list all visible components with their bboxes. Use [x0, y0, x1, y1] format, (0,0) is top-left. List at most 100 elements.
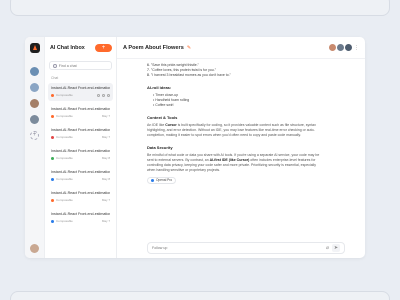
chat-item-tag: Composable	[56, 93, 73, 97]
context-paragraph: An IDE like Cursor is built specifically…	[147, 123, 325, 138]
background-card-top	[10, 0, 390, 16]
tag-dot-icon	[51, 177, 54, 181]
workspace-avatar[interactable]	[30, 115, 39, 124]
chat-item-meta: Composable May 7	[51, 135, 110, 139]
line-text: "Save this pride-weight thistle."	[150, 63, 199, 67]
chat-group-label: Chat	[51, 76, 59, 80]
chat-list-item[interactable]: Instant-AI-React Front-end-estimation Co…	[48, 125, 113, 143]
search-input[interactable]	[58, 63, 108, 68]
chat-item-title: Instant-AI-React Front-end-estimation	[51, 170, 110, 174]
chat-list-item[interactable]: Instant-AI-React Front-end-estimation Co…	[48, 188, 113, 206]
context-text-bold: Cursor	[165, 123, 177, 127]
chat-item-tag: Composable	[56, 156, 73, 160]
numbered-line: 8. "I harvest 3 breakfast mornes as you …	[147, 73, 325, 78]
chat-item-date: May 7	[101, 135, 110, 139]
chat-list-item[interactable]: Instant-AI-React Front-end-estimation Co…	[48, 83, 113, 101]
chat-item-meta: Composable May 8	[51, 177, 110, 181]
chat-item-tag: Composable	[56, 198, 73, 202]
bullet-text: Coffee swirl	[155, 103, 174, 107]
chat-items: Instant-AI-React Front-end-estimation Co…	[45, 83, 116, 230]
chat-item-meta: Composable May 7	[51, 219, 110, 223]
chat-item-title: Instant-AI-React Front-end-estimation	[51, 212, 110, 216]
tag-dot-icon	[51, 114, 54, 118]
tag-dot-icon	[51, 135, 54, 139]
search-icon	[53, 63, 57, 68]
section-heading-context: Context & Tools	[147, 115, 178, 120]
chat-item-title: Instant-AI-React Front-end-estimation	[51, 191, 110, 195]
background-card-bottom	[10, 291, 390, 300]
app-window: + AI Chat Inbox + Chat Instant-AI-React …	[25, 37, 365, 258]
tag-dot-icon	[51, 156, 54, 160]
line-text: "Coffee loves, this protein twist is for…	[150, 68, 216, 72]
chat-item-meta: Composable	[51, 93, 110, 97]
section-heading-ideas: AI-roll ideas:	[147, 85, 172, 90]
model-icon	[151, 179, 154, 182]
tag-dot-icon	[51, 198, 54, 202]
chat-item-tag: Composable	[56, 114, 73, 118]
rail-avatars	[30, 67, 39, 131]
tag-dot-icon	[51, 93, 54, 97]
section-heading-security: Data Security	[147, 145, 173, 150]
chat-item-title: Instant-AI-React Front-end-estimation	[51, 107, 110, 111]
chat-item-meta: Composable May 7	[51, 114, 110, 118]
chat-item-tag: Composable	[56, 177, 73, 181]
chat-item-meta: Composable May 8	[51, 156, 110, 160]
chat-item-date: May 8	[101, 156, 110, 160]
bullet-text: Handheld foam rolling	[155, 98, 190, 102]
profile-avatar[interactable]	[30, 244, 39, 253]
bullet-text: Timer close-up	[155, 93, 179, 97]
participant-avatars	[329, 44, 352, 51]
chat-item-date: May 7	[101, 219, 110, 223]
line-text: "I harvest 3 breakfast mornes as you don…	[150, 73, 231, 77]
chat-list-panel: AI Chat Inbox + Chat Instant-AI-React Fr…	[45, 37, 117, 258]
context-text-a: An IDE like	[147, 123, 166, 127]
chat-list-item[interactable]: Instant-AI-React Front-end-estimation Co…	[48, 209, 113, 227]
chat-item-tag: Composable	[56, 135, 73, 139]
participant-avatar[interactable]	[329, 44, 336, 51]
chat-list-title: AI Chat Inbox	[50, 45, 85, 51]
security-paragraph: Be mindful of what code or data you shar…	[147, 153, 325, 173]
share-icon[interactable]	[102, 93, 105, 97]
bullet-list: • Timer close-up • Handheld foam rolling •…	[147, 93, 325, 108]
participant-avatar[interactable]	[337, 44, 344, 51]
bullet-item: • Coffee swirl	[153, 103, 174, 107]
model-chip[interactable]: Openal Pro	[147, 177, 177, 184]
chat-item-meta: Composable May 7	[51, 198, 110, 202]
add-workspace-icon[interactable]: +	[30, 131, 39, 140]
icon-rail: +	[25, 37, 45, 258]
message-content: 6. "Save this pride-weight thistle." 7. "…	[117, 59, 365, 184]
conversation-panel: A Poem About Flowers ✎ ⋮ 6. "Save this p…	[117, 37, 365, 258]
send-button[interactable]: ➤	[332, 244, 340, 252]
tag-dot-icon	[51, 219, 54, 223]
workspace-avatar[interactable]	[30, 83, 39, 92]
new-chat-button[interactable]: +	[95, 44, 112, 52]
delete-icon[interactable]	[107, 93, 110, 97]
chat-item-title: Instant-AI-React Front-end-estimation	[51, 149, 110, 153]
workspace-avatar[interactable]	[30, 99, 39, 108]
participant-avatar[interactable]	[345, 44, 352, 51]
composer[interactable]: ⌀ ➤	[147, 242, 345, 254]
chat-list-item[interactable]: Instant-AI-React Front-end-estimation Co…	[48, 146, 113, 164]
attach-icon[interactable]: ⌀	[326, 245, 329, 251]
more-options-icon[interactable]: ⋮	[354, 45, 359, 51]
numbered-lines: 6. "Save this pride-weight thistle." 7. "…	[147, 63, 325, 78]
line-number: 7.	[147, 68, 150, 72]
logo-icon[interactable]	[29, 43, 40, 53]
follow-up-input[interactable]	[152, 246, 326, 250]
chat-list-header: AI Chat Inbox +	[45, 37, 116, 59]
chat-item-date: May 8	[101, 177, 110, 181]
edit-pencil-icon[interactable]: ✎	[187, 45, 191, 51]
search-box[interactable]	[49, 61, 112, 70]
workspace-avatar[interactable]	[30, 67, 39, 76]
chat-list-item[interactable]: Instant-AI-React Front-end-estimation Co…	[48, 104, 113, 122]
chat-item-tag: Composable	[56, 219, 73, 223]
chat-item-actions	[97, 93, 110, 97]
model-chip-label: Openal Pro	[156, 178, 173, 182]
chat-item-date: May 7	[101, 114, 110, 118]
chat-list-item[interactable]: Instant-AI-React Front-end-estimation Co…	[48, 167, 113, 185]
conversation-header: A Poem About Flowers ✎ ⋮	[117, 37, 365, 59]
chat-item-title: Instant-AI-React Front-end-estimation	[51, 128, 110, 132]
pin-icon[interactable]	[97, 93, 100, 97]
chat-item-date: May 7	[101, 198, 110, 202]
line-number: 6.	[147, 63, 150, 67]
